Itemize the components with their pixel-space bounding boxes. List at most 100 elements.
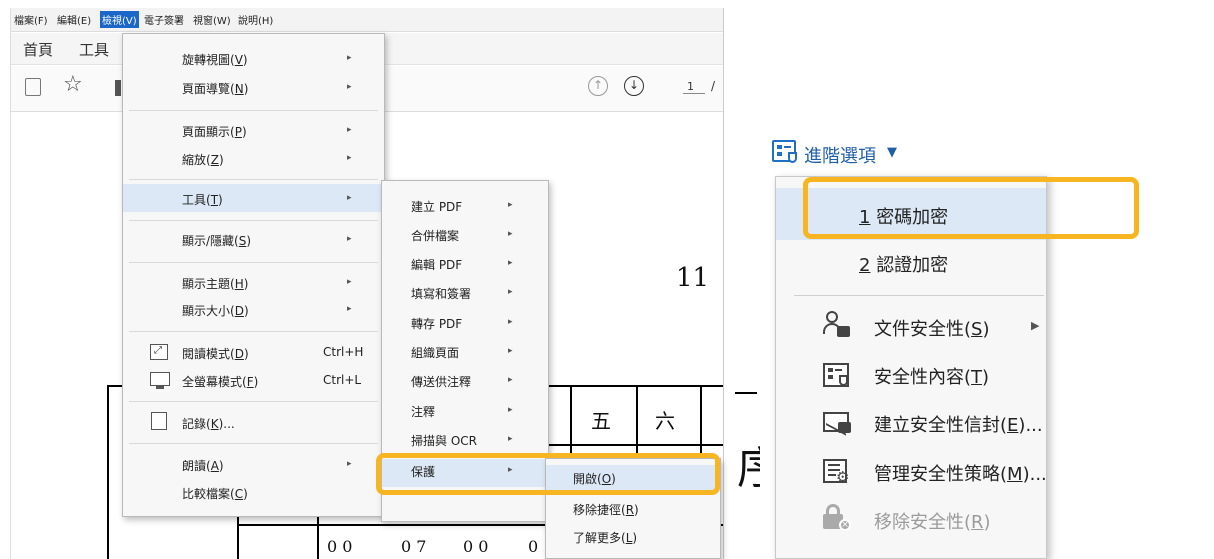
- submenu-arrow-icon: ▸: [508, 375, 513, 385]
- submenu-arrow-icon: ▸: [347, 304, 352, 314]
- view-item-read-mode[interactable]: 閱讀模式(D): [182, 345, 249, 362]
- view-menu: 旋轉視圖(V) ▸ 頁面導覽(N) ▸ 頁面顯示(P) ▸ 縮放(Z) ▸ 工具…: [122, 33, 385, 517]
- tools-item-send-comment[interactable]: 傳送供注釋: [411, 373, 471, 390]
- menu-file[interactable]: 檔案(F): [14, 12, 48, 27]
- fullscreen-shortcut: Ctrl+L: [323, 373, 362, 387]
- menu-edit[interactable]: 編輯(E): [57, 12, 91, 27]
- tab-home[interactable]: 首頁: [23, 39, 53, 60]
- table-bottom-num: 0 7: [401, 537, 427, 556]
- view-item-page-nav[interactable]: 頁面導覽(N): [182, 80, 248, 97]
- submenu-arrow-icon: ▸: [508, 346, 513, 356]
- certificate-encryption-item[interactable]: 2 認證加密: [859, 251, 948, 277]
- record-icon: [151, 412, 167, 430]
- tools-item-edit-pdf[interactable]: 編輯 PDF: [411, 256, 462, 273]
- fullscreen-icon-stand: [156, 386, 164, 389]
- read-mode-shortcut: Ctrl+H: [323, 345, 364, 359]
- table-bottom-num: 0: [528, 537, 539, 556]
- fullscreen-icon: [150, 372, 170, 386]
- submenu-arrow-icon: ▸: [347, 53, 352, 63]
- menu-separator: [129, 331, 378, 332]
- page-separator: /: [711, 79, 716, 93]
- submenu-arrow-icon: ▸: [508, 229, 513, 239]
- tools-item-comment[interactable]: 注釋: [411, 403, 435, 420]
- view-item-compare[interactable]: 比較檔案(C): [182, 485, 248, 502]
- submenu-arrow-icon: ▸: [347, 125, 352, 135]
- menu-view[interactable]: 檢視(V): [100, 11, 139, 28]
- remove-lock-icon: ×: [823, 504, 853, 532]
- menu-esign[interactable]: 電子簽署: [144, 12, 184, 27]
- envelope-lock-icon: [823, 411, 851, 436]
- tools-item-export-pdf[interactable]: 轉存 PDF: [411, 315, 462, 332]
- menu-help[interactable]: 說明(H): [238, 12, 273, 27]
- submenu-arrow-icon: ▸: [347, 82, 352, 92]
- tools-item-scan-ocr[interactable]: 掃描與 OCR: [411, 432, 477, 449]
- security-properties-icon: [823, 363, 849, 387]
- view-item-read-aloud[interactable]: 朗讀(A): [182, 457, 224, 474]
- tools-item-combine[interactable]: 合併檔案: [411, 227, 459, 244]
- star-icon[interactable]: ☆: [63, 72, 83, 97]
- view-item-fullscreen[interactable]: 全螢幕模式(F): [182, 373, 258, 390]
- menu-window[interactable]: 視窗(W): [193, 12, 231, 27]
- submenu-arrow-icon: ▸: [508, 434, 513, 444]
- menu-separator: [794, 295, 1044, 296]
- view-item-display-size[interactable]: 顯示大小(D): [182, 302, 249, 319]
- view-item-tools[interactable]: 工具(T): [182, 191, 223, 208]
- submenu-arrow-icon: ▸: [347, 153, 352, 163]
- tools-item-organize[interactable]: 組織頁面: [411, 344, 459, 361]
- submenu-arrow-icon: ▸: [347, 277, 352, 287]
- submenu-arrow-icon: ▸: [508, 200, 513, 210]
- menu-separator: [129, 179, 378, 180]
- password-encryption-highlight: [803, 177, 1139, 239]
- menu-separator: [129, 110, 378, 111]
- table-cell-six: 六: [655, 409, 675, 433]
- screenshot-root: 檔案(F) 編輯(E) 檢視(V) 電子簽署 視窗(W) 說明(H) 首頁 工具…: [0, 0, 1214, 559]
- doc-title-fragment: 11: [676, 263, 710, 293]
- table-line: [547, 444, 723, 446]
- submenu-arrow-icon: ▸: [347, 193, 352, 203]
- view-item-rotate[interactable]: 旋轉視圖(V): [182, 51, 248, 68]
- submenu-arrow-icon: ▸: [508, 317, 513, 327]
- view-item-page-display[interactable]: 頁面顯示(P): [182, 123, 247, 140]
- protect-open-highlight: [376, 453, 720, 495]
- view-item-record[interactable]: 記錄(K)...: [182, 415, 235, 432]
- table-line: [107, 385, 109, 559]
- advanced-options-header[interactable]: 進階選項: [804, 142, 876, 168]
- dropdown-caret-icon[interactable]: ▼: [887, 145, 897, 160]
- manage-security-policies-item[interactable]: 管理安全性策略(M)...: [874, 460, 1047, 486]
- menu-bar: 檔案(F) 編輯(E) 檢視(V) 電子簽署 視窗(W) 說明(H): [11, 8, 723, 32]
- view-item-zoom[interactable]: 縮放(Z): [182, 151, 224, 168]
- view-item-show-hide[interactable]: 顯示/隱藏(S): [182, 232, 251, 249]
- policy-gear-icon: ⚙: [823, 459, 849, 486]
- protect-item-learn-more[interactable]: 了解更多(L): [573, 529, 637, 546]
- view-menu-hover-row: [123, 184, 384, 212]
- table-bottom-num: 0 0: [463, 537, 489, 556]
- prev-page-icon[interactable]: ↑: [588, 76, 608, 96]
- save-icon[interactable]: [25, 78, 41, 96]
- read-mode-icon: ⤢: [150, 344, 168, 360]
- submenu-arrow-icon: ▸: [347, 234, 352, 244]
- security-properties-icon: [772, 140, 797, 163]
- user-lock-icon: [823, 311, 851, 339]
- remove-security-item: 移除安全性(R): [874, 512, 991, 533]
- print-icon[interactable]: [115, 80, 121, 96]
- menu-separator: [129, 443, 378, 444]
- next-page-icon[interactable]: ↓: [624, 76, 644, 96]
- document-security-item[interactable]: 文件安全性(S): [874, 315, 990, 341]
- view-item-theme[interactable]: 顯示主題(H): [182, 275, 248, 292]
- create-security-envelope-item[interactable]: 建立安全性信封(E)...: [874, 411, 1043, 437]
- submenu-arrow-icon: ▶: [1031, 319, 1040, 332]
- menu-separator: [129, 262, 378, 263]
- submenu-arrow-icon: ▸: [508, 405, 513, 415]
- protect-item-remove-shortcut[interactable]: 移除捷徑(R): [573, 501, 639, 518]
- security-properties-item[interactable]: 安全性內容(T): [874, 363, 989, 389]
- submenu-arrow-icon: ▸: [347, 459, 352, 469]
- submenu-arrow-icon: ▸: [508, 287, 513, 297]
- submenu-arrow-icon: ▸: [508, 258, 513, 268]
- tab-tools[interactable]: 工具: [79, 39, 109, 60]
- page-number-field[interactable]: 1: [683, 80, 705, 94]
- tools-item-create-pdf[interactable]: 建立 PDF: [411, 198, 462, 215]
- doc-line-fragment: [735, 392, 757, 394]
- table-bottom-num: 0 0: [327, 537, 353, 556]
- tools-item-fill-sign[interactable]: 填寫和簽署: [411, 285, 471, 302]
- menu-separator: [129, 401, 378, 402]
